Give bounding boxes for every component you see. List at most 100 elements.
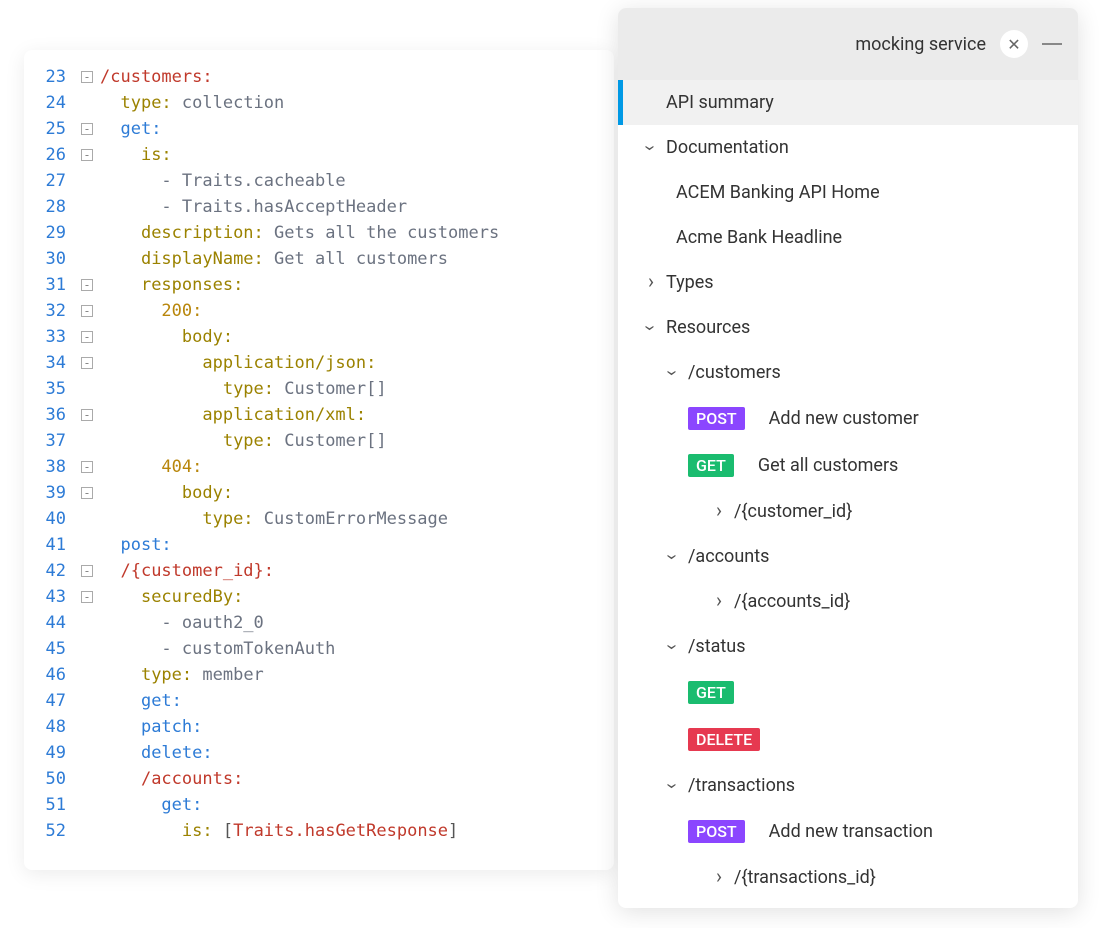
nav-method-item[interactable]: DELETE [618, 716, 1078, 763]
http-method-badge[interactable]: POST [688, 407, 745, 430]
nav-method-item[interactable]: GETGet all customers [618, 442, 1078, 489]
nav-method-item[interactable]: POSTAdd new customer [618, 395, 1078, 442]
code-line[interactable]: 25- get: [24, 116, 614, 142]
chevron-down-icon[interactable] [666, 637, 680, 656]
code-line[interactable]: 49 delete: [24, 740, 614, 766]
fold-gutter[interactable]: - [74, 64, 100, 90]
nav-item[interactable]: /status [618, 624, 1078, 669]
code-content[interactable]: body: [100, 324, 614, 350]
nav-item[interactable]: /customers [618, 350, 1078, 395]
nav-method-item[interactable]: GET [618, 669, 1078, 716]
code-content[interactable]: 404: [100, 454, 614, 480]
code-line[interactable]: 41 post: [24, 532, 614, 558]
chevron-right-icon[interactable] [712, 868, 726, 887]
code-line[interactable]: 34- application/json: [24, 350, 614, 376]
fold-gutter[interactable]: - [74, 142, 100, 168]
code-content[interactable]: application/xml: [100, 402, 614, 428]
fold-gutter[interactable]: - [74, 272, 100, 298]
chevron-right-icon[interactable] [712, 502, 726, 521]
fold-toggle-icon[interactable]: - [81, 461, 93, 473]
fold-toggle-icon[interactable]: - [81, 279, 93, 291]
code-line[interactable]: 50 /accounts: [24, 766, 614, 792]
chevron-right-icon[interactable] [644, 273, 658, 292]
code-line[interactable]: 31- responses: [24, 272, 614, 298]
fold-toggle-icon[interactable]: - [81, 357, 93, 369]
code-content[interactable]: /customers: [100, 64, 614, 90]
code-line[interactable]: 23-/customers: [24, 64, 614, 90]
chevron-down-icon[interactable] [644, 138, 658, 157]
code-content[interactable]: type: member [100, 662, 614, 688]
chevron-down-icon[interactable] [666, 363, 680, 382]
chevron-down-icon[interactable] [666, 776, 680, 795]
code-content[interactable]: - oauth2_0 [100, 610, 614, 636]
code-line[interactable]: 26- is: [24, 142, 614, 168]
code-content[interactable]: delete: [100, 740, 614, 766]
code-content[interactable]: get: [100, 688, 614, 714]
code-line[interactable]: 27 - Traits.cacheable [24, 168, 614, 194]
fold-toggle-icon[interactable]: - [81, 149, 93, 161]
code-line[interactable]: 51 get: [24, 792, 614, 818]
fold-gutter[interactable]: - [74, 350, 100, 376]
code-content[interactable]: is: [100, 142, 614, 168]
code-content[interactable]: type: CustomErrorMessage [100, 506, 614, 532]
code-content[interactable]: post: [100, 532, 614, 558]
code-content[interactable]: get: [100, 792, 614, 818]
code-line[interactable]: 47 get: [24, 688, 614, 714]
nav-item[interactable]: ACEM Banking API Home [618, 170, 1078, 215]
nav-item[interactable]: Documentation [618, 125, 1078, 170]
fold-toggle-icon[interactable]: - [81, 591, 93, 603]
code-line[interactable]: 36- application/xml: [24, 402, 614, 428]
code-content[interactable]: description: Gets all the customers [100, 220, 614, 246]
code-content[interactable]: - customTokenAuth [100, 636, 614, 662]
fold-toggle-icon[interactable]: - [81, 565, 93, 577]
http-method-badge[interactable]: GET [688, 454, 734, 477]
http-method-badge[interactable]: DELETE [688, 728, 760, 751]
nav-item[interactable]: Types [618, 260, 1078, 305]
nav-item[interactable]: /{accounts_id} [618, 579, 1078, 624]
code-content[interactable]: displayName: Get all customers [100, 246, 614, 272]
code-line[interactable]: 28 - Traits.hasAcceptHeader [24, 194, 614, 220]
code-line[interactable]: 30 displayName: Get all customers [24, 246, 614, 272]
chevron-down-icon[interactable] [666, 547, 680, 566]
fold-gutter[interactable]: - [74, 480, 100, 506]
nav-item[interactable]: /transactions [618, 763, 1078, 808]
code-content[interactable]: /{customer_id}: [100, 558, 614, 584]
code-content[interactable]: securedBy: [100, 584, 614, 610]
nav-item[interactable]: Acme Bank Headline [618, 215, 1078, 260]
code-line[interactable]: 46 type: member [24, 662, 614, 688]
code-line[interactable]: 44 - oauth2_0 [24, 610, 614, 636]
http-method-badge[interactable]: POST [688, 820, 745, 843]
fold-gutter[interactable]: - [74, 324, 100, 350]
code-line[interactable]: 42- /{customer_id}: [24, 558, 614, 584]
code-line[interactable]: 43- securedBy: [24, 584, 614, 610]
code-line[interactable]: 29 description: Gets all the customers [24, 220, 614, 246]
chevron-right-icon[interactable] [712, 592, 726, 611]
code-content[interactable]: responses: [100, 272, 614, 298]
code-content[interactable]: - Traits.hasAcceptHeader [100, 194, 614, 220]
chevron-down-icon[interactable] [644, 318, 658, 337]
fold-toggle-icon[interactable]: - [81, 409, 93, 421]
nav-item[interactable]: /accounts [618, 534, 1078, 579]
fold-gutter[interactable]: - [74, 298, 100, 324]
code-content[interactable]: - Traits.cacheable [100, 168, 614, 194]
close-icon[interactable]: ✕ [1000, 30, 1028, 58]
http-method-badge[interactable]: GET [688, 681, 734, 704]
code-editor-panel[interactable]: 23-/customers:24 type: collection25- get… [24, 50, 614, 870]
fold-gutter[interactable]: - [74, 584, 100, 610]
code-content[interactable]: patch: [100, 714, 614, 740]
fold-toggle-icon[interactable]: - [81, 305, 93, 317]
code-line[interactable]: 33- body: [24, 324, 614, 350]
code-line[interactable]: 45 - customTokenAuth [24, 636, 614, 662]
nav-item[interactable]: API summary [618, 80, 1078, 125]
code-content[interactable]: type: Customer[] [100, 376, 614, 402]
fold-toggle-icon[interactable]: - [81, 71, 93, 83]
code-line[interactable]: 24 type: collection [24, 90, 614, 116]
fold-toggle-icon[interactable]: - [81, 123, 93, 135]
code-content[interactable]: /accounts: [100, 766, 614, 792]
nav-item[interactable]: /{transactions_id} [618, 855, 1078, 900]
fold-gutter[interactable]: - [74, 454, 100, 480]
code-content[interactable]: application/json: [100, 350, 614, 376]
code-line[interactable]: 38- 404: [24, 454, 614, 480]
nav-item[interactable]: /{customer_id} [618, 489, 1078, 534]
code-content[interactable]: 200: [100, 298, 614, 324]
